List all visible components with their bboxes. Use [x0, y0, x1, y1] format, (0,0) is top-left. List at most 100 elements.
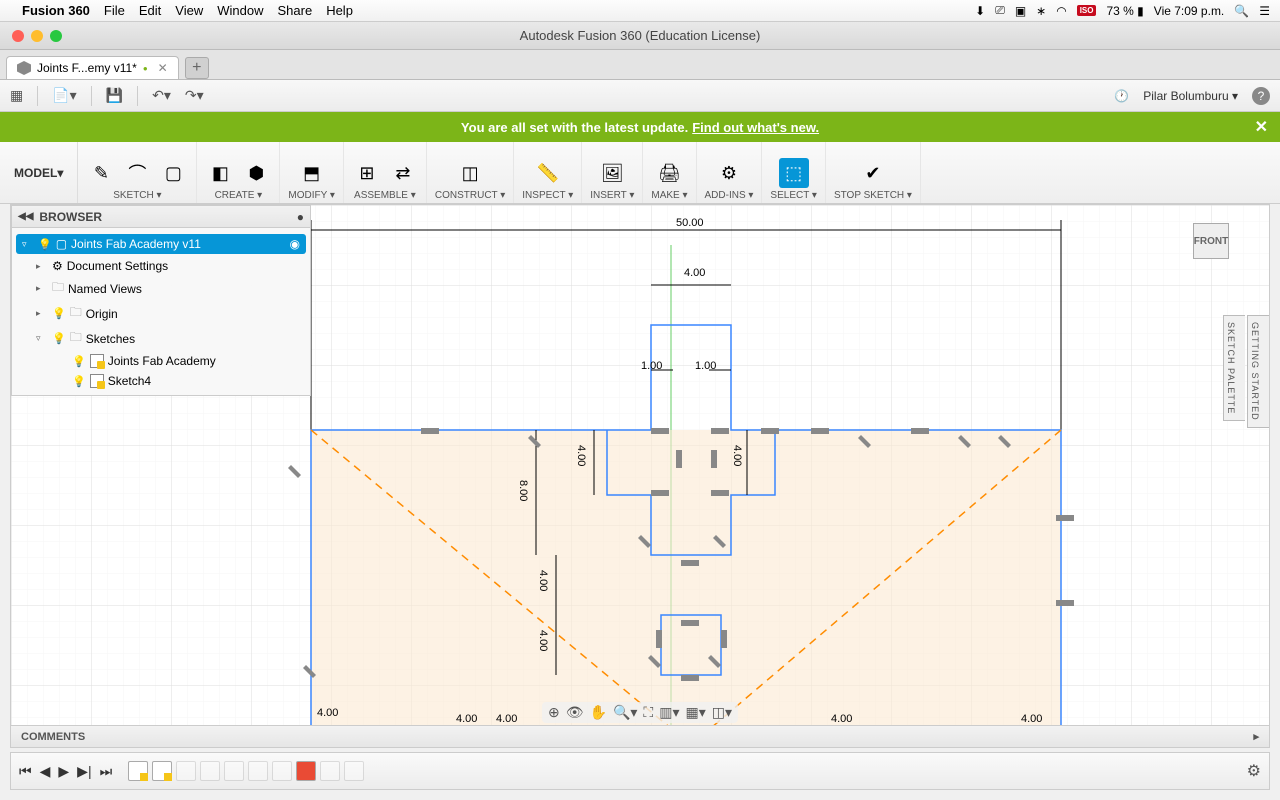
- new-tab-button[interactable]: +: [185, 57, 209, 79]
- menu-edit[interactable]: Edit: [139, 3, 161, 18]
- tl-next-icon[interactable]: ▶|: [77, 763, 91, 780]
- ribbon-label[interactable]: INSERT ▾: [590, 190, 634, 201]
- ribbon-label[interactable]: MODIFY ▾: [288, 190, 335, 201]
- clock[interactable]: Vie 7:09 p.m.: [1154, 4, 1225, 18]
- tl-feature-5[interactable]: [224, 761, 244, 781]
- pan-icon[interactable]: ✋: [590, 704, 607, 721]
- view-cube[interactable]: FRONT: [1183, 213, 1239, 269]
- palette-sketch[interactable]: SKETCH PALETTE: [1223, 315, 1245, 421]
- tl-sketch-2[interactable]: [152, 761, 172, 781]
- dropbox-icon[interactable]: ⬇: [975, 4, 985, 18]
- dim-b0[interactable]: 4.00: [317, 707, 338, 719]
- workspace-selector[interactable]: MODEL ▾: [0, 142, 78, 203]
- dim-slot[interactable]: 4.00: [684, 267, 705, 279]
- tl-end-icon[interactable]: ⏭: [100, 763, 113, 780]
- ribbon-icon[interactable]: ⬒: [297, 158, 327, 188]
- tl-play-icon[interactable]: ▶: [58, 763, 69, 780]
- close-tab-icon[interactable]: ✕: [158, 61, 168, 75]
- tree-doc-settings[interactable]: ▸⚙Document Settings: [12, 256, 310, 276]
- ribbon-icon[interactable]: ▢: [158, 158, 188, 188]
- menu-help[interactable]: Help: [326, 3, 353, 18]
- ribbon-icon[interactable]: ⚙: [714, 158, 744, 188]
- dim-b1[interactable]: 4.00: [456, 713, 477, 725]
- ribbon-icon[interactable]: ✔: [858, 158, 888, 188]
- menu-share[interactable]: Share: [277, 3, 312, 18]
- display-icon[interactable]: ▣: [1015, 4, 1026, 18]
- bluetooth-icon[interactable]: ∗: [1036, 4, 1046, 18]
- look-icon[interactable]: 👁: [566, 704, 584, 721]
- ribbon-label[interactable]: CREATE ▾: [215, 190, 263, 201]
- ribbon-icon[interactable]: ✎: [86, 158, 116, 188]
- ribbon-icon[interactable]: 🖨: [654, 158, 684, 188]
- data-panel-icon[interactable]: ▦: [10, 87, 23, 104]
- ribbon-label[interactable]: SELECT ▾: [770, 190, 817, 201]
- ribbon-label[interactable]: ADD-INS ▾: [705, 190, 754, 201]
- ribbon-label[interactable]: ASSEMBLE ▾: [354, 190, 416, 201]
- orbit-icon[interactable]: ⊕: [548, 704, 560, 721]
- menu-icon[interactable]: ☰: [1259, 4, 1270, 18]
- ribbon-icon[interactable]: ⇄: [388, 158, 418, 188]
- tree-sketch-2[interactable]: 💡Sketch4: [12, 371, 310, 391]
- user-menu[interactable]: Pilar Bolumburu ▾: [1143, 89, 1238, 103]
- ribbon-icon[interactable]: ◫: [455, 158, 485, 188]
- banner-close-icon[interactable]: ✕: [1255, 117, 1268, 137]
- ribbon-icon[interactable]: 🖼: [597, 158, 627, 188]
- tl-feature-4[interactable]: [200, 761, 220, 781]
- tl-sketch-1[interactable]: [128, 761, 148, 781]
- document-tab[interactable]: Joints F...emy v11* ● ✕: [6, 56, 179, 79]
- tree-sketches[interactable]: ▿💡🗀Sketches: [12, 326, 310, 351]
- tree-root[interactable]: ▿💡▢ Joints Fab Academy v11◉: [16, 234, 306, 254]
- dim-overall[interactable]: 50.00: [676, 217, 704, 229]
- ribbon-create[interactable]: ◧⬢CREATE ▾: [197, 142, 280, 203]
- wifi-icon[interactable]: ◠: [1056, 4, 1066, 18]
- ribbon-stop-sketch[interactable]: ✔ STOP SKETCH ▾: [826, 142, 921, 203]
- grid-icon[interactable]: ▦▾: [685, 704, 705, 721]
- tl-feature-9[interactable]: [320, 761, 340, 781]
- input-flag[interactable]: ISO: [1077, 5, 1097, 16]
- tl-settings-icon[interactable]: ⚙: [1247, 761, 1261, 781]
- dim-b4[interactable]: 4.00: [1021, 713, 1042, 725]
- dim-in-l[interactable]: 4.00: [575, 445, 587, 466]
- ribbon-modify[interactable]: ⬒ MODIFY ▾: [280, 142, 344, 203]
- undo-icon[interactable]: ↶▾: [152, 87, 171, 104]
- fit-icon[interactable]: ⛶: [643, 704, 653, 721]
- help-icon[interactable]: ?: [1252, 87, 1270, 105]
- viewport-icon[interactable]: ◫▾: [712, 704, 732, 721]
- canvas[interactable]: 50.00 4.00 1.00 1.00 8.00 4.00 4.00 4.00…: [10, 204, 1270, 748]
- dim-d2[interactable]: 4.00: [537, 570, 549, 591]
- ribbon-label[interactable]: INSPECT ▾: [522, 190, 573, 201]
- palette-getting-started[interactable]: GETTING STARTED: [1247, 315, 1269, 428]
- browser-pin-icon[interactable]: ●: [297, 210, 304, 224]
- ribbon-add-ins[interactable]: ⚙ ADD-INS ▾: [697, 142, 763, 203]
- tree-named-views[interactable]: ▸🗀Named Views: [12, 276, 310, 301]
- dim-clear-l[interactable]: 1.00: [641, 360, 662, 372]
- tl-feature-7[interactable]: [272, 761, 292, 781]
- tl-prev-icon[interactable]: ◀: [40, 763, 51, 780]
- ribbon-label[interactable]: STOP SKETCH ▾: [834, 190, 912, 201]
- dim-b2[interactable]: 4.00: [496, 713, 517, 725]
- collapse-icon[interactable]: ◀◀: [18, 211, 33, 222]
- comments-bar[interactable]: COMMENTS▸: [11, 725, 1269, 747]
- dim-in-r[interactable]: 4.00: [731, 445, 743, 466]
- ribbon-insert[interactable]: 🖼 INSERT ▾: [582, 142, 643, 203]
- dim-d3[interactable]: 4.00: [537, 630, 549, 651]
- dim-clear-r[interactable]: 1.00: [695, 360, 716, 372]
- menu-file[interactable]: File: [104, 3, 125, 18]
- ribbon-label[interactable]: CONSTRUCT ▾: [435, 190, 505, 201]
- ribbon-icon[interactable]: ⬢: [241, 158, 271, 188]
- ribbon-icon[interactable]: ⊞: [352, 158, 382, 188]
- tl-feature-error[interactable]: [296, 761, 316, 781]
- save-icon[interactable]: 💾: [106, 87, 123, 104]
- tl-start-icon[interactable]: ⏮: [19, 763, 32, 780]
- screen-icon[interactable]: ⎚: [995, 3, 1005, 18]
- tl-feature-10[interactable]: [344, 761, 364, 781]
- new-file-icon[interactable]: 📄▾: [52, 87, 76, 104]
- ribbon-select[interactable]: ⬚SELECT ▾: [762, 142, 826, 203]
- tl-feature-6[interactable]: [248, 761, 268, 781]
- ribbon-label[interactable]: SKETCH ▾: [113, 190, 161, 201]
- menu-view[interactable]: View: [175, 3, 203, 18]
- ribbon-make[interactable]: 🖨 MAKE ▾: [643, 142, 696, 203]
- activity-icon[interactable]: 🕐: [1114, 89, 1129, 103]
- ribbon-label[interactable]: MAKE ▾: [651, 190, 687, 201]
- tl-feature-3[interactable]: [176, 761, 196, 781]
